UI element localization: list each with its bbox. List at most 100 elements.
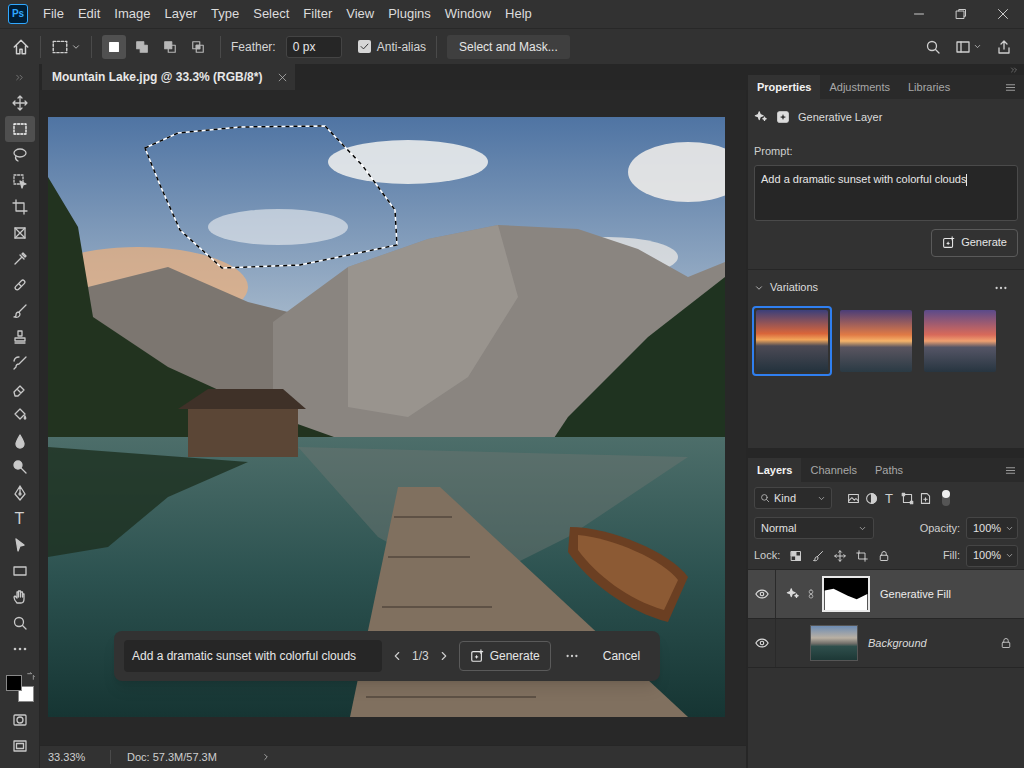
- maximize-button[interactable]: [940, 0, 982, 28]
- blend-mode-dropdown-value[interactable]: Normal: [761, 520, 796, 537]
- generative-thumbnail[interactable]: [786, 576, 870, 612]
- zoom-level[interactable]: 33.33%: [48, 751, 85, 763]
- feather-value[interactable]: 0 px: [293, 38, 316, 56]
- marquee-tool-icon[interactable]: [12, 121, 28, 137]
- hand-tool-icon[interactable]: [12, 589, 28, 605]
- filter-kind-value[interactable]: Kind: [774, 490, 813, 507]
- menu-item[interactable]: Image: [107, 4, 157, 24]
- menu-item[interactable]: View: [339, 4, 381, 24]
- feather-input[interactable]: 0 px: [286, 36, 342, 58]
- panel-tab-label[interactable]: Paths: [875, 462, 903, 479]
- generate-icon[interactable]: [942, 236, 955, 249]
- blend-mode-dropdown[interactable]: Normal: [754, 517, 874, 539]
- tool-button[interactable]: [5, 376, 35, 402]
- app-logo-text[interactable]: Ps: [12, 9, 24, 19]
- lock-transparency-icon[interactable]: [790, 550, 802, 562]
- minimize-icon[interactable]: [913, 8, 925, 20]
- menu-item[interactable]: Edit: [71, 4, 107, 24]
- selection-mode-button[interactable]: [186, 35, 210, 59]
- lock-icon[interactable]: [1000, 637, 1012, 649]
- subtract-selection-icon[interactable]: [163, 40, 177, 54]
- variation-thumbnail[interactable]: [920, 306, 1000, 376]
- tool-button[interactable]: [5, 610, 35, 636]
- anti-alias-checkbox[interactable]: [358, 40, 371, 53]
- blur-tool-icon[interactable]: [12, 433, 28, 449]
- layer-thumbnail[interactable]: [810, 625, 858, 661]
- tool-button[interactable]: [5, 298, 35, 324]
- anti-alias-label[interactable]: Anti-alias: [377, 38, 426, 56]
- close-tab-icon[interactable]: [278, 73, 287, 82]
- tool-button[interactable]: [5, 90, 35, 116]
- collapse-icon[interactable]: [15, 73, 24, 82]
- type-tool-icon[interactable]: T: [15, 511, 25, 527]
- tool-button[interactable]: T: [5, 506, 35, 532]
- history-tool-icon[interactable]: [12, 355, 28, 371]
- tool-button[interactable]: [5, 168, 35, 194]
- more-button[interactable]: [559, 643, 585, 669]
- tool-button[interactable]: [5, 194, 35, 220]
- tool-button[interactable]: [5, 454, 35, 480]
- generate-button[interactable]: Generate: [931, 229, 1018, 257]
- screen-mode-icon[interactable]: [12, 738, 28, 754]
- panel-tab-label[interactable]: Properties: [757, 79, 811, 96]
- cancel-label[interactable]: Cancel: [603, 647, 640, 665]
- lasso-tool-icon[interactable]: [12, 147, 28, 163]
- tool-button[interactable]: [5, 402, 35, 428]
- variation-thumbnail[interactable]: [752, 306, 832, 376]
- share-icon[interactable]: [996, 39, 1012, 55]
- lock-all-icon[interactable]: [878, 550, 890, 562]
- dodge-tool-icon[interactable]: [12, 459, 28, 475]
- lock-position-icon[interactable]: [834, 550, 846, 562]
- bucket-tool-icon[interactable]: [12, 407, 28, 423]
- layer-name[interactable]: Background: [868, 635, 927, 652]
- shape-filter-icon[interactable]: [901, 492, 914, 505]
- prompt-input[interactable]: Add a dramatic sunset with colorful clou…: [124, 640, 382, 672]
- menu-item[interactable]: Window: [438, 4, 498, 24]
- chevron-down-icon[interactable]: [1005, 524, 1014, 533]
- chevron-down-icon[interactable]: [1005, 551, 1014, 560]
- type-filter-icon[interactable]: T: [880, 492, 898, 505]
- variation-thumbnail[interactable]: [836, 306, 916, 376]
- home-icon[interactable]: [12, 38, 30, 56]
- document-tab[interactable]: Mountain Lake.jpg @ 33.3% (RGB/8*): [42, 64, 295, 90]
- add-selection-icon[interactable]: [135, 40, 149, 54]
- workspace-switcher[interactable]: [955, 39, 982, 55]
- layer-name[interactable]: Generative Fill: [880, 586, 951, 603]
- panel-tab[interactable]: Paths: [866, 458, 912, 482]
- chevron-down-icon[interactable]: [817, 494, 826, 503]
- move-tool-icon[interactable]: [12, 95, 28, 111]
- selection-mode-button[interactable]: [130, 35, 154, 59]
- smart-filter-icon[interactable]: [919, 492, 932, 505]
- panel-tab[interactable]: Adjustments: [820, 75, 899, 99]
- search-icon[interactable]: [925, 39, 941, 55]
- lock-image-icon[interactable]: [812, 550, 824, 562]
- tool-preset-picker[interactable]: [51, 38, 81, 56]
- layer-mask-thumbnail[interactable]: [822, 576, 870, 612]
- tool-button[interactable]: [5, 142, 35, 168]
- marquee-icon[interactable]: [51, 38, 69, 56]
- generate-button[interactable]: Generate: [459, 641, 551, 671]
- panel-tab[interactable]: Channels: [801, 458, 865, 482]
- lock-artboard-icon[interactable]: [856, 550, 868, 562]
- shape-tool-icon[interactable]: [12, 563, 28, 579]
- path-tool-icon[interactable]: [12, 537, 28, 553]
- opacity-field[interactable]: 100%: [966, 517, 1018, 539]
- intersect-selection-icon[interactable]: [191, 40, 205, 54]
- select-and-mask-label[interactable]: Select and Mask...: [459, 38, 558, 56]
- eye-icon[interactable]: [755, 587, 769, 601]
- tool-button[interactable]: [5, 116, 35, 142]
- menu-item[interactable]: Layer: [158, 4, 205, 24]
- variations-header[interactable]: Variations: [748, 270, 1024, 306]
- status-menu-icon[interactable]: [261, 752, 271, 762]
- link-icon[interactable]: [806, 588, 816, 600]
- pen-tool-icon[interactable]: [12, 485, 28, 501]
- tool-button[interactable]: [5, 246, 35, 272]
- chevron-down-icon[interactable]: [858, 524, 867, 533]
- maximize-icon[interactable]: [955, 8, 967, 20]
- adjustment-filter-icon[interactable]: [865, 492, 878, 505]
- new-selection-icon[interactable]: [107, 40, 121, 54]
- prompt-text[interactable]: Add a dramatic sunset with colorful clou…: [132, 647, 356, 665]
- more-icon[interactable]: [994, 281, 1008, 295]
- tool-button[interactable]: [5, 480, 35, 506]
- type-filter-glyph[interactable]: T: [885, 492, 893, 505]
